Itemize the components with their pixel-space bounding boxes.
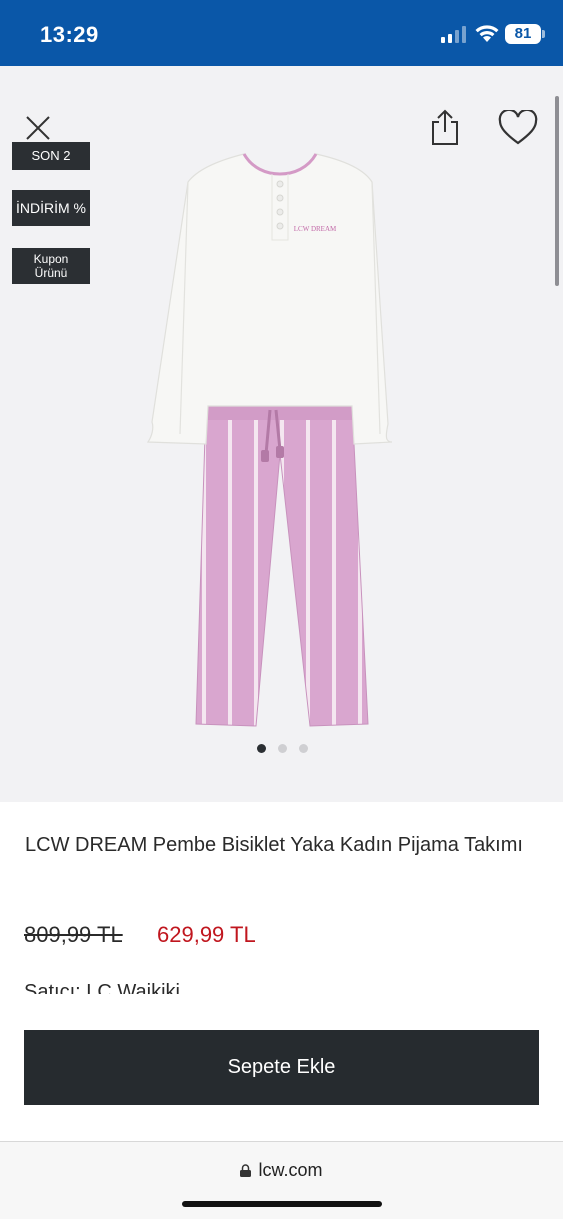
gallery-dot-3[interactable] (299, 744, 308, 753)
address-bar[interactable]: lcw.com (0, 1160, 563, 1181)
discount-badge: İNDİRİM % (12, 190, 90, 226)
wifi-icon (475, 25, 499, 42)
coupon-badge: Kupon Ürünü (12, 248, 90, 284)
browser-bottom-bar: lcw.com (0, 1141, 563, 1219)
product-image-pajama-set[interactable]: LCW DREAM (140, 124, 420, 734)
gallery-dot-2[interactable] (278, 744, 287, 753)
add-to-cart-button[interactable]: Sepete Ekle (24, 1030, 539, 1105)
coupon-badge-line2: Ürünü (34, 266, 68, 280)
url-text: lcw.com (258, 1160, 323, 1180)
gallery-scrollbar[interactable] (555, 96, 559, 286)
lock-icon (240, 1164, 252, 1177)
battery-tip (542, 30, 545, 38)
stock-badge: SON 2 (12, 142, 90, 170)
close-icon[interactable] (24, 114, 52, 142)
product-title: LCW DREAM Pembe Bisiklet Yaka Kadın Pija… (25, 834, 523, 856)
seller-info: Satıcı: LC Waikiki (24, 980, 324, 994)
status-time: 13:29 (40, 22, 99, 47)
sale-price: 629,99 TL (157, 922, 256, 947)
coupon-badge-line1: Kupon (33, 252, 69, 266)
old-price: 809,99 TL (24, 922, 123, 947)
gallery-dot-1[interactable] (257, 744, 266, 753)
home-indicator[interactable] (182, 1201, 382, 1207)
seller-text: Satıcı: LC Waikiki (24, 981, 180, 994)
status-bar: 13:29 81 (0, 0, 563, 66)
heart-icon[interactable] (498, 110, 538, 146)
share-icon[interactable] (428, 108, 462, 146)
battery-indicator: 81 (505, 24, 541, 44)
cellular-signal-icon (441, 26, 466, 43)
tee-print-text: LCW DREAM (294, 225, 337, 233)
